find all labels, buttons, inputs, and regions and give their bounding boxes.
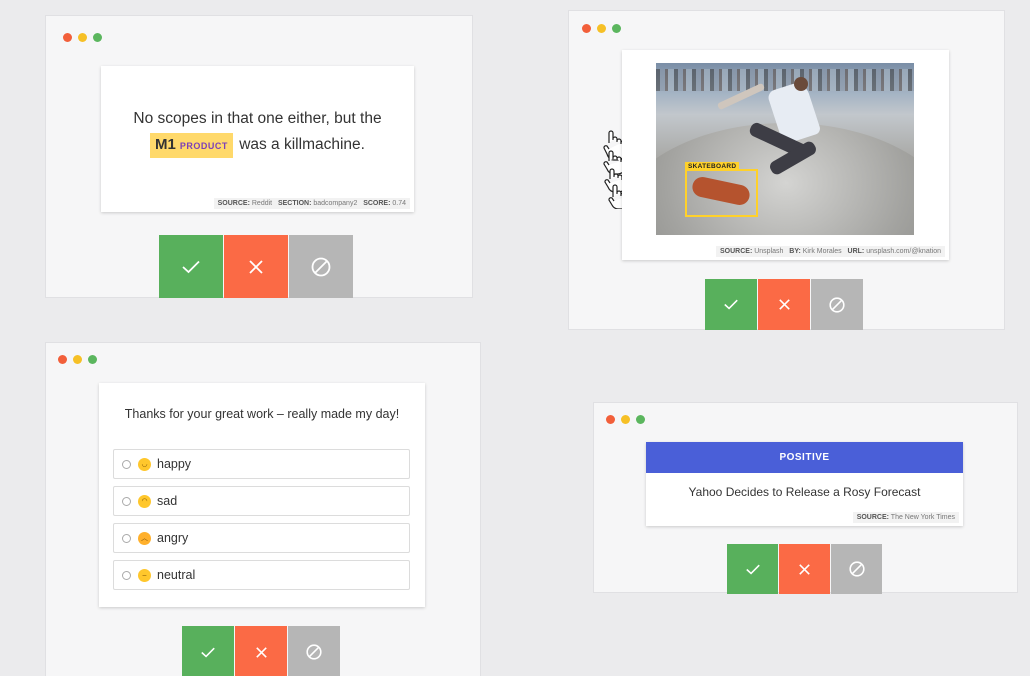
meta-bar: SOURCE: The New York Times bbox=[852, 512, 959, 523]
bounding-box[interactable] bbox=[685, 169, 758, 217]
reject-button[interactable] bbox=[758, 279, 810, 330]
minimize-dot[interactable] bbox=[621, 415, 630, 424]
meta-bar: SOURCE: Unsplash BY: Kirk Morales URL: u… bbox=[716, 246, 945, 257]
window-controls bbox=[582, 24, 621, 33]
sad-emoji-icon: ◠ bbox=[138, 494, 151, 508]
minimize-dot[interactable] bbox=[597, 24, 606, 33]
meta-section-value: badcompany2 bbox=[313, 200, 358, 207]
image-card: SKATEBOARD SOURCE: Unsplash BY: Kirk Mor… bbox=[622, 50, 949, 260]
x-icon bbox=[249, 259, 263, 274]
radio-button[interactable] bbox=[122, 570, 131, 580]
ignore-icon bbox=[829, 296, 845, 313]
entity-word: M1 bbox=[155, 136, 176, 153]
meta-by-key: BY: bbox=[789, 248, 801, 255]
option-label: sad bbox=[157, 494, 178, 508]
reject-button[interactable] bbox=[779, 544, 830, 594]
angry-emoji-icon: ︿ bbox=[138, 531, 151, 545]
bounding-box-label: SKATEBOARD bbox=[685, 162, 740, 171]
reject-button[interactable] bbox=[224, 235, 288, 298]
answer-buttons bbox=[182, 626, 340, 676]
ner-text: No scopes in that one either, but the M1… bbox=[101, 106, 414, 158]
ignore-icon bbox=[311, 257, 331, 276]
radio-button[interactable] bbox=[122, 533, 131, 543]
meta-section-key: SECTION: bbox=[277, 200, 312, 207]
textcat-window: POSITIVE Yahoo Decides to Release a Rosy… bbox=[593, 402, 1018, 594]
maximize-dot[interactable] bbox=[88, 355, 97, 364]
accept-button[interactable] bbox=[727, 544, 778, 594]
accept-button[interactable] bbox=[182, 626, 234, 676]
skatepark-photo: SKATEBOARD bbox=[656, 63, 914, 235]
radio-button[interactable] bbox=[122, 496, 131, 506]
maximize-dot[interactable] bbox=[93, 33, 102, 42]
ignore-icon bbox=[306, 644, 322, 660]
x-icon bbox=[255, 646, 267, 658]
check-icon bbox=[182, 260, 200, 273]
minimize-dot[interactable] bbox=[78, 33, 87, 42]
close-dot[interactable] bbox=[58, 355, 67, 364]
close-dot[interactable] bbox=[582, 24, 591, 33]
choice-card: Thanks for your great work – really made… bbox=[99, 383, 425, 607]
meta-source-key: SOURCE: bbox=[720, 248, 753, 255]
option-label: happy bbox=[157, 457, 192, 471]
meta-source-key: SOURCE: bbox=[217, 200, 250, 207]
label-bar: POSITIVE bbox=[646, 442, 963, 473]
meta-source-value: Unsplash bbox=[754, 248, 784, 255]
option-label: neutral bbox=[157, 568, 196, 582]
ignore-button[interactable] bbox=[831, 544, 882, 594]
meta-source-value: The New York Times bbox=[890, 514, 955, 521]
ignore-button[interactable] bbox=[288, 626, 340, 676]
window-controls bbox=[58, 355, 97, 364]
option-sad[interactable]: ◠ sad bbox=[113, 486, 410, 516]
answer-buttons bbox=[159, 235, 353, 298]
x-icon bbox=[799, 563, 810, 575]
image-window: SKATEBOARD SOURCE: Unsplash BY: Kirk Mor… bbox=[568, 10, 1005, 330]
maximize-dot[interactable] bbox=[612, 24, 621, 33]
close-dot[interactable] bbox=[63, 33, 72, 42]
meta-url-key: URL: bbox=[847, 248, 865, 255]
answer-buttons bbox=[705, 279, 863, 330]
ner-card: No scopes in that one either, but the M1… bbox=[101, 66, 414, 212]
text-after: was a killmachine. bbox=[239, 136, 365, 153]
check-icon bbox=[724, 299, 738, 310]
reject-button[interactable] bbox=[235, 626, 287, 676]
question-text: Thanks for your great work – really made… bbox=[124, 407, 400, 421]
ignore-button[interactable] bbox=[811, 279, 863, 330]
close-dot[interactable] bbox=[606, 415, 615, 424]
answer-buttons bbox=[727, 544, 882, 594]
meta-score-key: SCORE: bbox=[363, 200, 391, 207]
check-icon bbox=[745, 564, 760, 574]
ner-window: No scopes in that one either, but the M1… bbox=[45, 15, 473, 298]
meta-score-value: 0.74 bbox=[392, 200, 406, 207]
textcat-card: POSITIVE Yahoo Decides to Release a Rosy… bbox=[646, 442, 963, 526]
meta-source-value: Reddit bbox=[251, 200, 273, 207]
x-icon bbox=[778, 299, 790, 310]
meta-source-key: SOURCE: bbox=[856, 514, 889, 521]
meta-by-value: Kirk Morales bbox=[802, 248, 842, 255]
option-angry[interactable]: ︿ angry bbox=[113, 523, 410, 553]
choice-window: Thanks for your great work – really made… bbox=[45, 342, 481, 676]
happy-emoji-icon: ◡ bbox=[138, 457, 151, 471]
meta-bar: SOURCE: Reddit SECTION: badcompany2 SCOR… bbox=[213, 198, 410, 209]
headline-text: Yahoo Decides to Release a Rosy Forecast bbox=[688, 485, 921, 499]
meta-url-value: unsplash.com/@knation bbox=[866, 248, 941, 255]
check-icon bbox=[201, 647, 215, 657]
minimize-dot[interactable] bbox=[73, 355, 82, 364]
ignore-button[interactable] bbox=[289, 235, 353, 298]
option-neutral[interactable]: – neutral bbox=[113, 560, 410, 590]
window-controls bbox=[63, 33, 102, 42]
accept-button[interactable] bbox=[159, 235, 223, 298]
radio-button[interactable] bbox=[122, 459, 131, 469]
ignore-icon bbox=[848, 561, 865, 577]
window-controls bbox=[606, 415, 645, 424]
entity-highlight[interactable]: M1 PRODUCT bbox=[150, 133, 233, 158]
maximize-dot[interactable] bbox=[636, 415, 645, 424]
option-happy[interactable]: ◡ happy bbox=[113, 449, 410, 479]
entity-label: PRODUCT bbox=[179, 141, 228, 151]
text-before: No scopes in that one either, but the bbox=[133, 110, 382, 127]
neutral-emoji-icon: – bbox=[138, 568, 151, 582]
option-label: angry bbox=[157, 531, 189, 545]
accept-button[interactable] bbox=[705, 279, 757, 330]
